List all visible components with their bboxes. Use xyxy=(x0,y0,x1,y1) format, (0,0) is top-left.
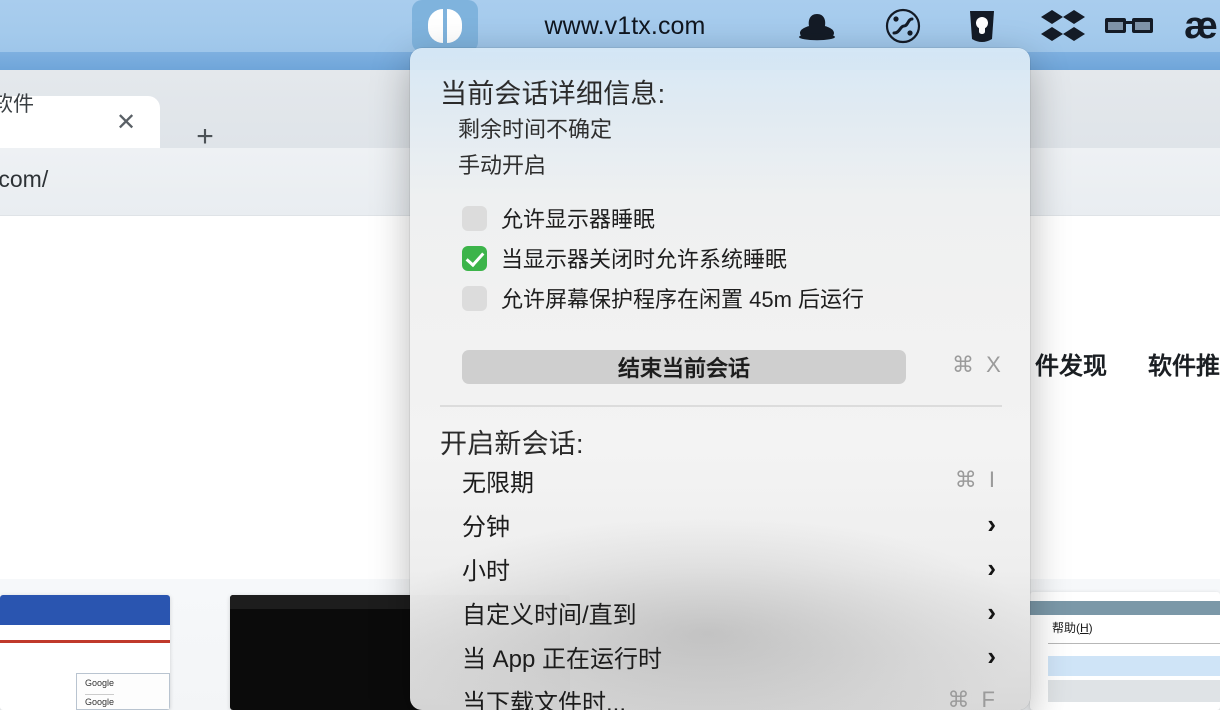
session-trigger-mode: 手动开启 xyxy=(458,153,547,178)
onepassword-lock-icon[interactable] xyxy=(955,0,1009,52)
tab-close-icon[interactable]: ✕ xyxy=(113,110,139,136)
menu-item-label: 自定义时间/直到 xyxy=(462,601,637,629)
nav-item-discover[interactable]: 件发现 xyxy=(1035,346,1107,381)
thumb-separator xyxy=(1048,643,1220,644)
thumb-red-line xyxy=(0,640,170,643)
amphetamine-pill-icon[interactable] xyxy=(412,0,478,52)
menu-item-shortcut: ⌘ F xyxy=(947,687,998,710)
ae-glyph: æ xyxy=(1184,4,1218,47)
menu-item-indefinite[interactable]: 无限期 ⌘ I xyxy=(440,458,1002,502)
end-session-shortcut: ⌘ X xyxy=(952,352,1004,377)
session-remaining-time: 剩余时间不确定 xyxy=(458,117,613,142)
thumb-selected-row xyxy=(1048,656,1220,676)
chevron-right-icon: › xyxy=(987,509,996,539)
amphetamine-dropdown-panel: 当前会话详细信息: 剩余时间不确定 手动开启 允许显示器睡眠 当显示器关闭时允许… xyxy=(410,48,1030,710)
end-session-button[interactable]: 结束当前会话 xyxy=(462,350,906,384)
thumb-app-titlebar xyxy=(1030,601,1220,615)
checkbox-label: 允许屏幕保护程序在闲置 45m 后运行 xyxy=(501,287,865,312)
macos-menubar: www.v1tx.com æ xyxy=(0,0,1220,52)
menu-item-label: 当 App 正在运行时 xyxy=(462,645,663,673)
thumb-gray-row xyxy=(1048,680,1220,702)
checkbox-label: 允许显示器睡眠 xyxy=(501,207,656,232)
url-text: .com/ xyxy=(0,166,49,192)
thumbnail-card-app[interactable]: 帮助(H) xyxy=(1030,592,1220,710)
menubar-title: www.v1tx.com xyxy=(544,11,706,40)
sunglasses-icon[interactable] xyxy=(1100,0,1158,52)
checkbox-allow-display-sleep[interactable]: 允许显示器睡眠 xyxy=(462,202,655,234)
menu-item-shortcut: ⌘ I xyxy=(954,467,998,492)
chevron-right-icon: › xyxy=(987,553,996,583)
chevron-right-icon: › xyxy=(987,597,996,627)
menu-item-custom-time[interactable]: 自定义时间/直到 › xyxy=(440,590,1002,634)
current-session-heading: 当前会话详细信息: xyxy=(440,79,666,109)
menu-item-while-downloading[interactable]: 当下载文件时... ⌘ F xyxy=(440,678,1002,710)
screen: 软件 ✕ + .com/ 件发现 软件推 Google Google 帮助(H) xyxy=(0,0,1220,710)
thumb-blue-header xyxy=(0,595,170,625)
checkbox-box[interactable] xyxy=(462,205,487,231)
menu-item-while-app-running[interactable]: 当 App 正在运行时 › xyxy=(440,634,1002,678)
nav-item-recommend[interactable]: 软件推 xyxy=(1148,346,1220,381)
menu-item-hours[interactable]: 小时 › xyxy=(440,546,1002,590)
ae-ligature-icon[interactable]: æ xyxy=(1172,0,1220,52)
thumb-google-label-1: Google xyxy=(85,678,115,688)
pill-left-half xyxy=(428,9,443,43)
new-session-heading: 开启新会话: xyxy=(440,429,584,459)
menu-item-label: 无限期 xyxy=(462,469,534,497)
checkbox-label: 当显示器关闭时允许系统睡眠 xyxy=(501,247,788,272)
thumb-google-label-2: Google xyxy=(85,694,115,707)
circle-squiggle-icon[interactable] xyxy=(876,0,930,52)
checkbox-box-checked[interactable] xyxy=(462,245,487,271)
bartender-hat-icon[interactable] xyxy=(790,0,844,52)
pill-right-half xyxy=(447,9,462,43)
thumbnail-card-blue[interactable]: Google Google xyxy=(0,595,170,710)
browser-tab-label: 软件 xyxy=(0,93,34,116)
checkbox-allow-screensaver[interactable]: 允许屏幕保护程序在闲置 45m 后运行 xyxy=(462,282,864,314)
checkbox-box[interactable] xyxy=(462,285,487,311)
chevron-right-icon: › xyxy=(987,641,996,671)
panel-divider xyxy=(440,405,1002,407)
menu-item-label: 当下载文件时... xyxy=(462,689,627,710)
thumb-google-dropdown: Google Google xyxy=(76,673,170,710)
dropbox-icon[interactable] xyxy=(1034,0,1092,52)
thumb-help-menu: 帮助(H) xyxy=(1052,621,1093,635)
menu-item-label: 分钟 xyxy=(462,513,510,541)
checkbox-allow-system-sleep-when-display-off[interactable]: 当显示器关闭时允许系统睡眠 xyxy=(462,242,787,274)
menu-item-label: 小时 xyxy=(462,557,510,585)
menu-item-minutes[interactable]: 分钟 › xyxy=(440,502,1002,546)
